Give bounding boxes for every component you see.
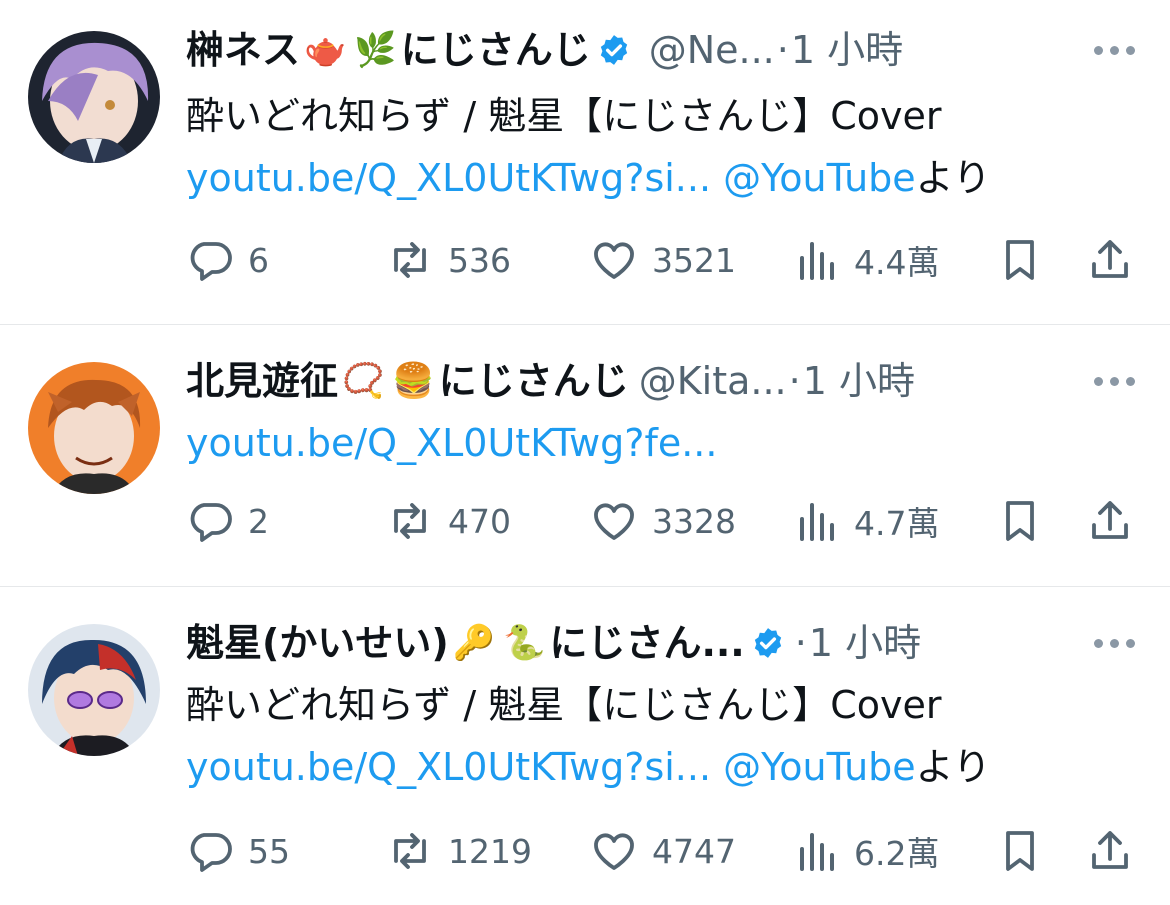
retweet-button[interactable]: 470 <box>386 493 511 549</box>
retweet-count: 1219 <box>448 831 532 871</box>
display-name[interactable]: 榊ネス <box>186 22 300 78</box>
display-name[interactable]: 北見遊征 <box>186 353 338 409</box>
display-name-suffix[interactable]: にじさんじ <box>401 22 591 78</box>
tweet-link-line: youtu.be/Q_XL0UtKTwg?si... @YouTubeより <box>186 150 1130 206</box>
separator-dot: · <box>788 359 801 403</box>
more-options-icon[interactable] <box>1086 30 1142 70</box>
heart-icon <box>594 833 634 870</box>
separator-dot: · <box>776 28 789 72</box>
tweet-link-line: youtu.be/Q_XL0UtKTwg?fe... <box>186 415 1130 471</box>
tweet-text: 酔いどれ知らず / 魁星【にじさんじ】Cover <box>186 94 942 138</box>
verified-badge-icon <box>597 33 631 67</box>
retweet-icon <box>394 242 426 278</box>
view-count: 6.2萬 <box>854 834 940 873</box>
share-button[interactable] <box>1086 823 1134 879</box>
bookmark-icon <box>1006 831 1034 871</box>
bookmark-button[interactable] <box>996 232 1044 288</box>
share-button[interactable] <box>1086 493 1134 549</box>
reply-button[interactable]: 55 <box>186 823 290 879</box>
tweet[interactable]: 北見遊征 📿 🍔 にじさんじ @Kita... · 1 小時 youtu.be/… <box>0 325 1170 587</box>
reply-button[interactable]: 6 <box>186 232 269 288</box>
tweet[interactable]: 榊ネス 🫖 🌿 にじさんじ @Ne... · 1 小時 酔いどれ知らず / 魁星… <box>0 0 1170 325</box>
reply-count: 2 <box>248 501 269 541</box>
analytics-icon <box>800 503 834 541</box>
mention-youtube[interactable]: @YouTube <box>723 156 916 200</box>
action-bar: 6 536 3521 4.4萬 <box>186 232 1140 288</box>
action-bar: 55 1219 4747 6.2萬 <box>186 823 1140 879</box>
display-name-suffix[interactable]: にじさんじ <box>439 353 629 409</box>
like-count: 3328 <box>652 501 736 541</box>
display-name-suffix[interactable]: にじさん... <box>549 615 744 671</box>
youtube-link[interactable]: youtu.be/Q_XL0UtKTwg?fe... <box>186 421 717 465</box>
bookmark-button[interactable] <box>996 823 1044 879</box>
mention-suffix: より <box>915 156 991 200</box>
like-count: 3521 <box>652 240 736 280</box>
views-button[interactable]: 4.4萬 <box>792 232 939 288</box>
heart-icon <box>594 503 634 540</box>
view-count: 4.4萬 <box>854 243 940 282</box>
views-button[interactable]: 4.7萬 <box>792 493 939 549</box>
reply-count: 55 <box>248 831 290 871</box>
share-button[interactable] <box>1086 232 1134 288</box>
mention-youtube[interactable]: @YouTube <box>723 745 916 789</box>
tweet[interactable]: 魁星(かいせい) 🔑 🐍 にじさん... · 1 小時 酔いどれ知らず / 魁星… <box>0 587 1170 905</box>
verified-badge-icon <box>751 626 785 660</box>
share-icon <box>1092 501 1128 539</box>
reply-icon <box>190 242 232 281</box>
teapot-emoji: 🫖 <box>304 30 347 70</box>
retweet-icon <box>394 503 426 539</box>
user-handle[interactable]: @Kita... <box>639 353 787 409</box>
beads-emoji: 📿 <box>342 361 385 401</box>
like-button[interactable]: 3521 <box>590 232 736 288</box>
tweet-link-line: youtu.be/Q_XL0UtKTwg?si... @YouTubeより <box>186 739 1130 795</box>
herb-emoji: 🌿 <box>354 30 397 70</box>
snake-emoji: 🐍 <box>503 623 546 663</box>
avatar[interactable] <box>28 624 160 756</box>
mention-suffix: より <box>915 745 991 789</box>
user-handle[interactable]: @Ne... <box>649 22 775 78</box>
key-emoji: 🔑 <box>452 623 496 663</box>
tweet-text: 酔いどれ知らず / 魁星【にじさんじ】Cover <box>186 683 942 727</box>
reply-icon <box>190 503 232 542</box>
retweet-count: 470 <box>448 501 511 541</box>
timestamp[interactable]: 1 小時 <box>791 22 903 78</box>
avatar[interactable] <box>28 362 160 494</box>
views-button[interactable]: 6.2萬 <box>792 823 939 879</box>
analytics-icon <box>800 833 834 871</box>
share-icon <box>1092 831 1128 869</box>
bookmark-button[interactable] <box>996 493 1044 549</box>
retweet-count: 536 <box>448 240 511 280</box>
display-name[interactable]: 魁星(かいせい) <box>186 615 449 671</box>
more-options-icon[interactable] <box>1086 623 1142 663</box>
reply-count: 6 <box>248 240 269 280</box>
more-options-icon[interactable] <box>1086 361 1142 401</box>
bookmark-icon <box>1006 240 1034 280</box>
timestamp[interactable]: 1 小時 <box>809 615 921 671</box>
like-button[interactable]: 3328 <box>590 493 736 549</box>
retweet-button[interactable]: 1219 <box>386 823 532 879</box>
like-button[interactable]: 4747 <box>590 823 736 879</box>
retweet-icon <box>394 833 426 869</box>
like-count: 4747 <box>652 831 736 871</box>
separator-dot: · <box>794 621 807 665</box>
heart-icon <box>594 242 634 279</box>
reply-button[interactable]: 2 <box>186 493 269 549</box>
retweet-button[interactable]: 536 <box>386 232 511 288</box>
action-bar: 2 470 3328 4.7萬 <box>186 493 1140 549</box>
avatar[interactable] <box>28 31 160 163</box>
youtube-link[interactable]: youtu.be/Q_XL0UtKTwg?si... <box>186 745 711 789</box>
burger-emoji: 🍔 <box>392 361 435 401</box>
youtube-link[interactable]: youtu.be/Q_XL0UtKTwg?si... <box>186 156 711 200</box>
view-count: 4.7萬 <box>854 504 940 543</box>
reply-icon <box>190 833 232 872</box>
bookmark-icon <box>1006 501 1034 541</box>
timestamp[interactable]: 1 小時 <box>803 353 915 409</box>
analytics-icon <box>800 242 834 280</box>
share-icon <box>1092 240 1128 278</box>
